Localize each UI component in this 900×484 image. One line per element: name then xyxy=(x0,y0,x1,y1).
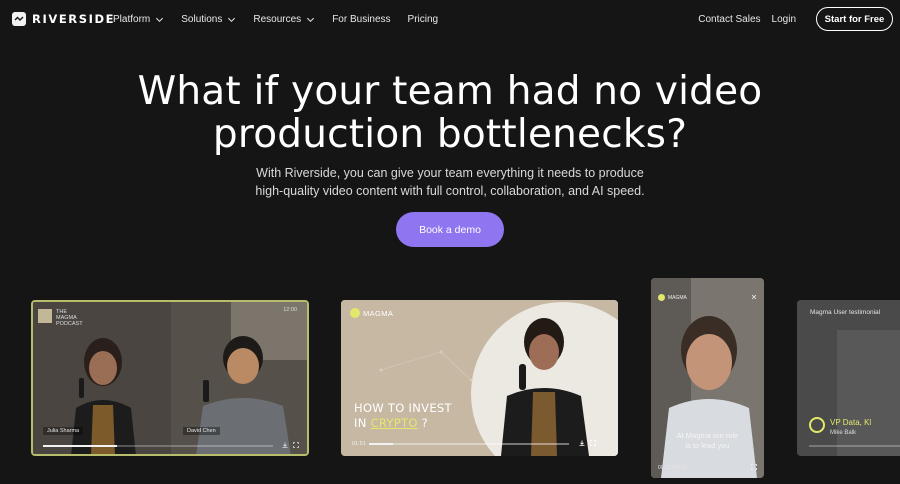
chevron-down-icon xyxy=(228,17,236,22)
testimonial-progress-bar[interactable] xyxy=(809,445,900,447)
fullscreen-icon[interactable] xyxy=(590,440,596,446)
menu-for-business-label: For Business xyxy=(332,13,391,25)
chevron-down-icon xyxy=(156,17,164,22)
hero-headline-line2: production bottlenecks? xyxy=(212,112,688,157)
magma-logo-icon xyxy=(658,294,665,301)
riverside-logo-icon xyxy=(12,12,26,26)
vertical-brand-label: MAGMA xyxy=(668,295,687,301)
crypto-title-highlight: CRYPTO xyxy=(370,416,418,430)
vertical-caption-line1: At Magma our role xyxy=(676,431,739,440)
menu-platform[interactable]: Platform xyxy=(113,14,164,25)
vertical-caption-line2: is to lead you xyxy=(685,441,730,450)
brand-logo[interactable]: RIVERSIDE xyxy=(12,12,115,26)
vertical-caption: At Magma our role is to lead you xyxy=(651,431,764,451)
start-for-free-button[interactable]: Start for Free xyxy=(816,7,893,31)
menu-solutions[interactable]: Solutions xyxy=(181,14,236,25)
crypto-progress-fill xyxy=(369,443,393,445)
testimonial-name-line1: VP Data, Kl xyxy=(830,418,872,427)
speaker-name-tag: David Chen xyxy=(183,427,220,435)
hero-headline-line1: What if your team had no video xyxy=(137,69,763,114)
crypto-video-time: 01:51 xyxy=(352,441,366,447)
testimonial-name-line2: Mike Balk xyxy=(830,430,857,436)
hero-subheadline: With Riverside, you can give your team e… xyxy=(0,164,900,200)
podcast-timestamp: 12:00 xyxy=(283,307,297,313)
crypto-video-card[interactable]: MAGMA HOW TO INVEST IN CRYPTO ? 01:51 xyxy=(341,300,618,456)
podcast-show-logo-icon xyxy=(38,309,52,323)
crypto-progress-bar[interactable] xyxy=(369,443,569,445)
menu-pricing[interactable]: Pricing xyxy=(408,14,439,25)
testimonial-video-card[interactable]: Magma User testimonial VP Data, Kl Mike … xyxy=(797,300,900,456)
menu-pricing-label: Pricing xyxy=(407,13,439,25)
speaker-name-tag: Julia Sharma xyxy=(43,427,84,435)
podcast-show-title: THE MAGMA PODCAST xyxy=(56,309,83,327)
book-demo-button[interactable]: Book a demo xyxy=(396,212,504,247)
crypto-title-suffix: ? xyxy=(417,416,429,430)
fullscreen-icon[interactable] xyxy=(751,464,757,470)
download-icon[interactable] xyxy=(282,442,288,448)
vertical-video-time: 00:32 / 01:25 xyxy=(658,465,688,471)
vertical-video-card[interactable]: MAGMA At Magma our role is to lead you 0… xyxy=(651,278,764,478)
fullscreen-icon[interactable] xyxy=(293,442,299,448)
top-nav: RIVERSIDE Platform Solutions Resources F… xyxy=(0,0,900,38)
contact-sales-link[interactable]: Contact Sales xyxy=(698,14,760,25)
hero-headline: What if your team had no video productio… xyxy=(0,70,900,156)
brand-name: RIVERSIDE xyxy=(32,12,116,26)
hero-sub-line2: high-quality video content with full con… xyxy=(255,184,645,198)
magma-brand-label: MAGMA xyxy=(363,309,394,318)
magma-logo-icon xyxy=(350,308,360,318)
testimonial-title: Magma User testimonial xyxy=(810,309,881,316)
menu-resources[interactable]: Resources xyxy=(253,14,315,25)
menu-solutions-label: Solutions xyxy=(181,13,223,25)
nav-actions: Contact Sales Login Start for Free xyxy=(698,7,893,31)
crypto-title-line1: HOW TO INVEST xyxy=(354,401,452,415)
main-menu: Platform Solutions Resources For Busines… xyxy=(113,0,438,38)
podcast-show-line3: PODCAST xyxy=(56,321,83,327)
menu-platform-label: Platform xyxy=(113,13,151,25)
crypto-scene-image xyxy=(341,300,618,456)
login-link[interactable]: Login xyxy=(772,14,796,25)
menu-for-business[interactable]: For Business xyxy=(332,14,390,25)
podcast-video-card[interactable]: THE MAGMA PODCAST 12:00 Julia Sharma Dav… xyxy=(31,300,309,456)
download-icon[interactable] xyxy=(579,440,585,446)
crypto-title-prefix: IN xyxy=(354,416,371,430)
crypto-video-title: HOW TO INVEST IN CRYPTO ? xyxy=(354,401,452,431)
menu-resources-label: Resources xyxy=(253,13,302,25)
podcast-progress-bar[interactable] xyxy=(43,445,273,447)
magma-logo-icon xyxy=(809,417,825,433)
testimonial-name: VP Data, Kl Mike Balk xyxy=(830,418,871,438)
chevron-down-icon xyxy=(307,17,315,22)
podcast-progress-fill xyxy=(43,445,117,447)
hero-sub-line1: With Riverside, you can give your team e… xyxy=(256,166,644,180)
close-icon[interactable] xyxy=(751,294,757,300)
